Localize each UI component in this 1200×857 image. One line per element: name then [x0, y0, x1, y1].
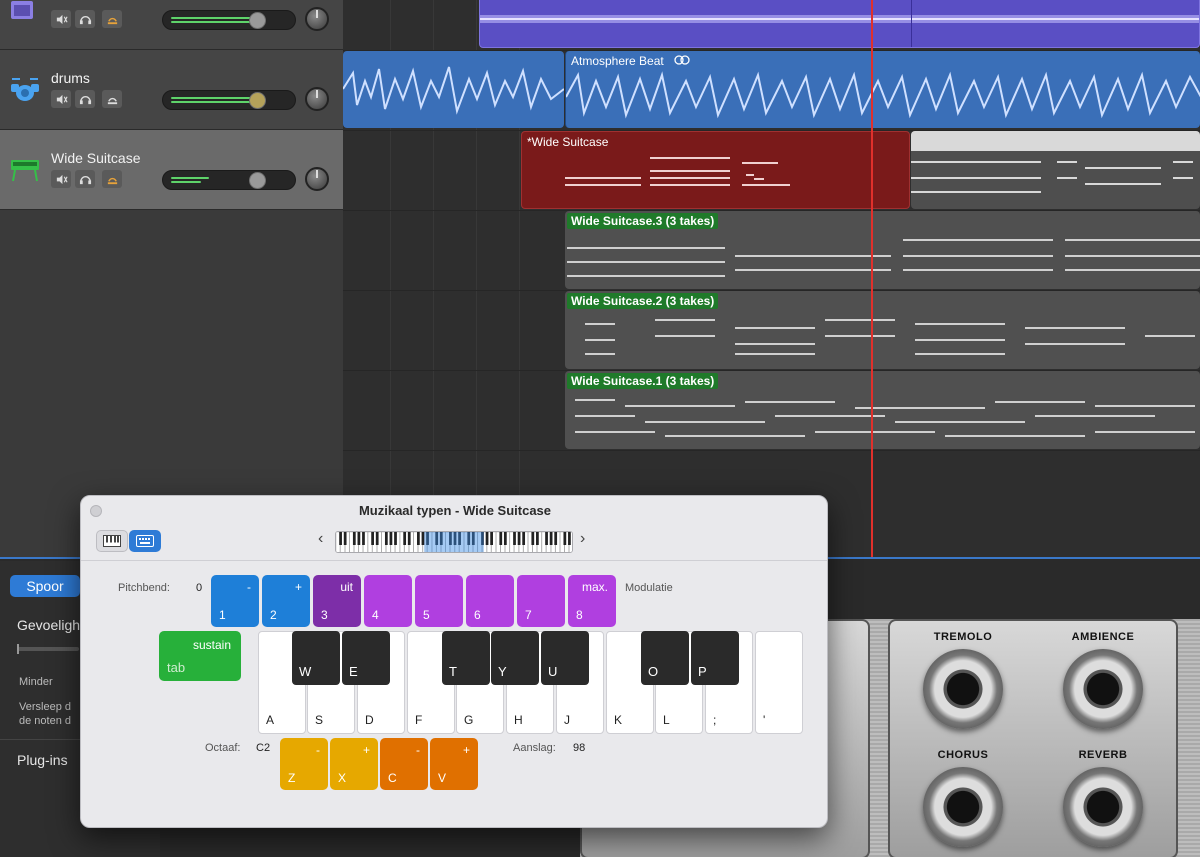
pan-knob[interactable]	[305, 87, 329, 111]
black-key-p[interactable]: P	[691, 631, 739, 685]
black-key-y[interactable]: Y	[491, 631, 539, 685]
hint-text-2: de noten d	[19, 715, 71, 727]
track-name: Wide Suitcase	[51, 150, 141, 166]
velocity-value: 98	[573, 742, 586, 754]
hint-text-1: Versleep d	[19, 701, 71, 713]
piano-keys-icon	[103, 535, 121, 547]
sensitivity-label: Gevoeligh	[17, 617, 81, 633]
audio-region-atmosphere-beat[interactable]: Atmosphere Beat	[565, 51, 1200, 128]
midi-region-wide-suitcase-continued[interactable]	[911, 131, 1200, 209]
midi-region-wide-suitcase[interactable]: *Wide Suitcase	[521, 131, 910, 209]
volume-slider[interactable]	[162, 90, 296, 110]
velocity-up-key[interactable]: + V	[430, 738, 478, 790]
modulation-key-5[interactable]: 5	[415, 575, 463, 627]
input-monitor-icon	[107, 17, 117, 24]
take-region-3[interactable]: Wide Suitcase.3 (3 takes)	[565, 211, 1200, 289]
black-key-u[interactable]: U	[541, 631, 589, 685]
chevron-right-icon[interactable]: ›	[580, 530, 585, 548]
headphones-icon	[79, 15, 91, 24]
black-key-w[interactable]: W	[292, 631, 340, 685]
track-header-bas[interactable]: bas	[0, 0, 343, 50]
arrange-area[interactable]: Atmosphere Beat *Wide Suitcase Wide Suit…	[343, 0, 1200, 557]
track-name: drums	[51, 70, 90, 86]
velocity-label: Aanslag:	[513, 742, 556, 754]
window-titlebar[interactable]: Muzikaal typen - Wide Suitcase	[81, 496, 827, 526]
mute-icon	[56, 94, 68, 104]
velocity-down-key[interactable]: -C	[380, 738, 428, 790]
audio-region-bas[interactable]	[479, 0, 1200, 48]
piano-view-button[interactable]	[96, 530, 128, 552]
octave-up-key[interactable]: + X	[330, 738, 378, 790]
volume-slider[interactable]	[162, 10, 296, 30]
modulation-key-7[interactable]: 7	[517, 575, 565, 627]
input-monitor-icon	[107, 97, 117, 104]
input-monitor-icon	[107, 177, 117, 184]
tremolo-knob[interactable]	[923, 649, 1003, 729]
electric-piano-icon	[10, 156, 40, 186]
modulation-label: Modulatie	[625, 582, 673, 594]
audio-region-drums-pre[interactable]	[343, 51, 564, 128]
headphones-icon	[79, 95, 91, 104]
take-region-1[interactable]: Wide Suitcase.1 (3 takes)	[565, 371, 1200, 449]
modulation-key-4[interactable]: 4	[364, 575, 412, 627]
reverb-label: REVERB	[1078, 749, 1128, 761]
black-key-t[interactable]: T	[442, 631, 490, 685]
headphones-icon	[79, 175, 91, 184]
playhead[interactable]	[871, 0, 873, 557]
take-region-2[interactable]: Wide Suitcase.2 (3 takes)	[565, 291, 1200, 369]
mute-icon	[56, 14, 68, 24]
volume-slider[interactable]	[162, 170, 296, 190]
chorus-knob[interactable]	[923, 767, 1003, 847]
octave-value: C2	[256, 742, 271, 754]
black-key-o[interactable]: O	[641, 631, 689, 685]
pan-knob[interactable]	[305, 7, 329, 31]
record-enable-button[interactable]	[102, 170, 122, 188]
ambience-label: AMBIENCE	[1071, 631, 1135, 643]
track-header-wide-suitcase[interactable]: Wide Suitcase	[0, 130, 343, 210]
amp-panel-right: TREMOLO AMBIENCE CHORUS REVERB	[888, 619, 1178, 857]
chorus-label: CHORUS	[937, 749, 989, 761]
pan-knob[interactable]	[305, 167, 329, 191]
black-key-e[interactable]: E	[342, 631, 390, 685]
tab-spoor[interactable]: Spoor	[10, 575, 80, 597]
solo-button[interactable]	[75, 170, 95, 188]
reverb-knob[interactable]	[1063, 767, 1143, 847]
computer-keyboard-icon	[136, 535, 154, 547]
window-title: Muzikaal typen - Wide Suitcase	[358, 503, 552, 518]
modulation-key-6[interactable]: 6	[466, 575, 514, 627]
tremolo-label: TREMOLO	[933, 631, 993, 643]
ambience-knob[interactable]	[1063, 649, 1143, 729]
sensitivity-slider[interactable]	[17, 644, 79, 654]
solo-button[interactable]	[75, 10, 95, 28]
mute-icon	[56, 174, 68, 184]
mute-button[interactable]	[51, 170, 71, 188]
solo-button[interactable]	[75, 90, 95, 108]
drum-kit-icon	[10, 76, 40, 106]
input-monitor-button[interactable]	[102, 90, 122, 108]
modulation-max-key[interactable]: max. 8	[568, 575, 616, 627]
sustain-key[interactable]: sustain tab	[159, 631, 241, 681]
keyboard-view-button[interactable]	[129, 530, 161, 552]
pitchbend-down-key[interactable]: -1	[211, 575, 259, 627]
pitchbend-label: Pitchbend:	[118, 582, 170, 594]
plugins-section-title[interactable]: Plug-ins	[17, 752, 68, 768]
white-key-quote[interactable]: '	[755, 631, 803, 734]
amp-icon	[10, 0, 40, 30]
chevron-left-icon[interactable]: ‹	[318, 530, 323, 548]
pitchbend-value: 0	[196, 582, 203, 594]
octave-down-key[interactable]: -Z	[280, 738, 328, 790]
track-headers: bas drums Wide Suitcase	[0, 0, 343, 557]
mute-button[interactable]	[51, 90, 71, 108]
sensitivity-less-label: Minder	[19, 676, 53, 688]
record-enable-button[interactable]	[102, 10, 122, 28]
keyboard-range-selector[interactable]	[335, 531, 573, 553]
pitchbend-up-key[interactable]: +2	[262, 575, 310, 627]
modulation-off-key[interactable]: uit 3	[313, 575, 361, 627]
track-header-drums[interactable]: drums	[0, 50, 343, 130]
musical-typing-window[interactable]: Muzikaal typen - Wide Suitcase ‹ › Pitch…	[80, 495, 828, 828]
octave-label: Octaaf:	[205, 742, 241, 754]
mute-button[interactable]	[51, 10, 71, 28]
